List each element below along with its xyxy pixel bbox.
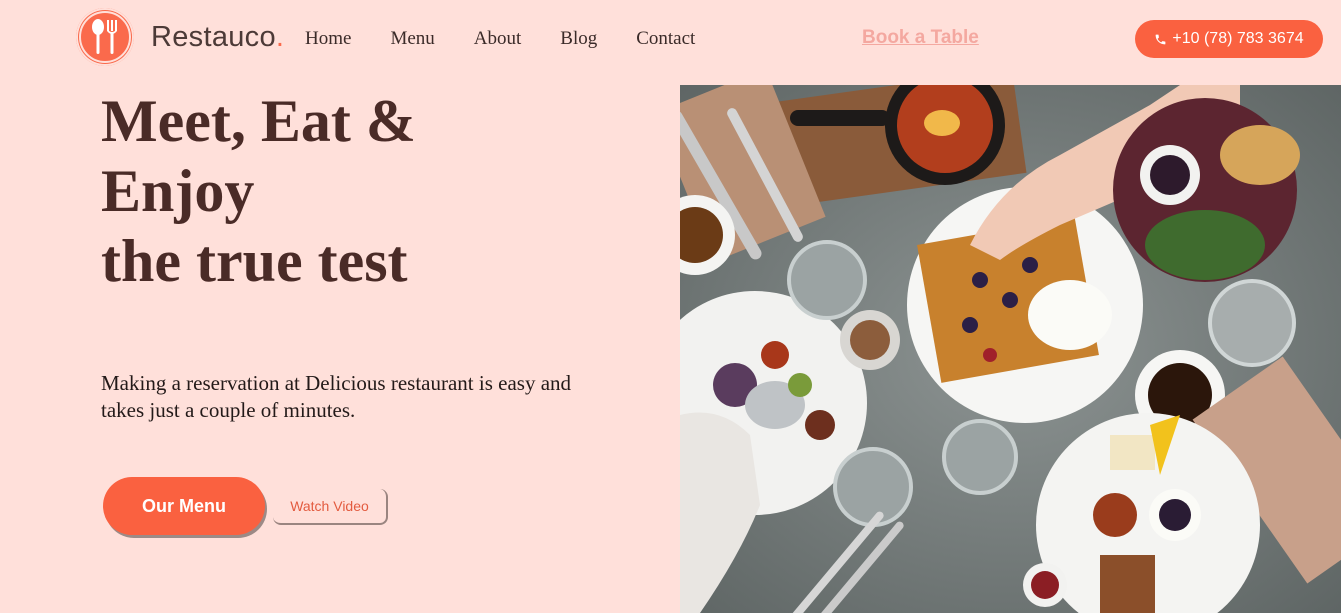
brand-logo[interactable]: Restauco. [76,8,284,66]
spoon-fork-icon [76,8,134,66]
phone-button[interactable]: +10 (78) 783 3674 [1135,20,1323,58]
hero-description: Making a reservation at Delicious restau… [101,370,571,424]
nav-contact-link[interactable]: Contact [636,27,695,51]
brand-name: Restauco. [151,20,285,53]
main-nav: Home Menu About Blog Contact [305,27,734,51]
our-menu-button[interactable]: Our Menu [103,477,265,535]
watch-video-button[interactable]: Watch Video [273,489,388,525]
hero-title: Meet, Eat & Enjoy the true test [101,86,661,296]
hero-title-line: Enjoy [101,158,255,224]
food-table-photo [680,85,1341,613]
nav-blog-link[interactable]: Blog [560,27,597,51]
nav-home-link[interactable]: Home [305,27,351,51]
hero-description-line: takes just a couple of minutes. [101,398,356,422]
hero-title-line: the true test [101,228,408,294]
nav-menu-link[interactable]: Menu [390,27,434,51]
hero-description-line: Making a reservation at Delicious restau… [101,371,572,395]
book-table-link[interactable]: Book a Table [862,27,979,49]
phone-number: +10 (78) 783 3674 [1172,30,1304,47]
hero-title-line: Meet, Eat & [101,88,416,154]
phone-icon [1156,34,1166,44]
nav-about-link[interactable]: About [474,27,522,51]
